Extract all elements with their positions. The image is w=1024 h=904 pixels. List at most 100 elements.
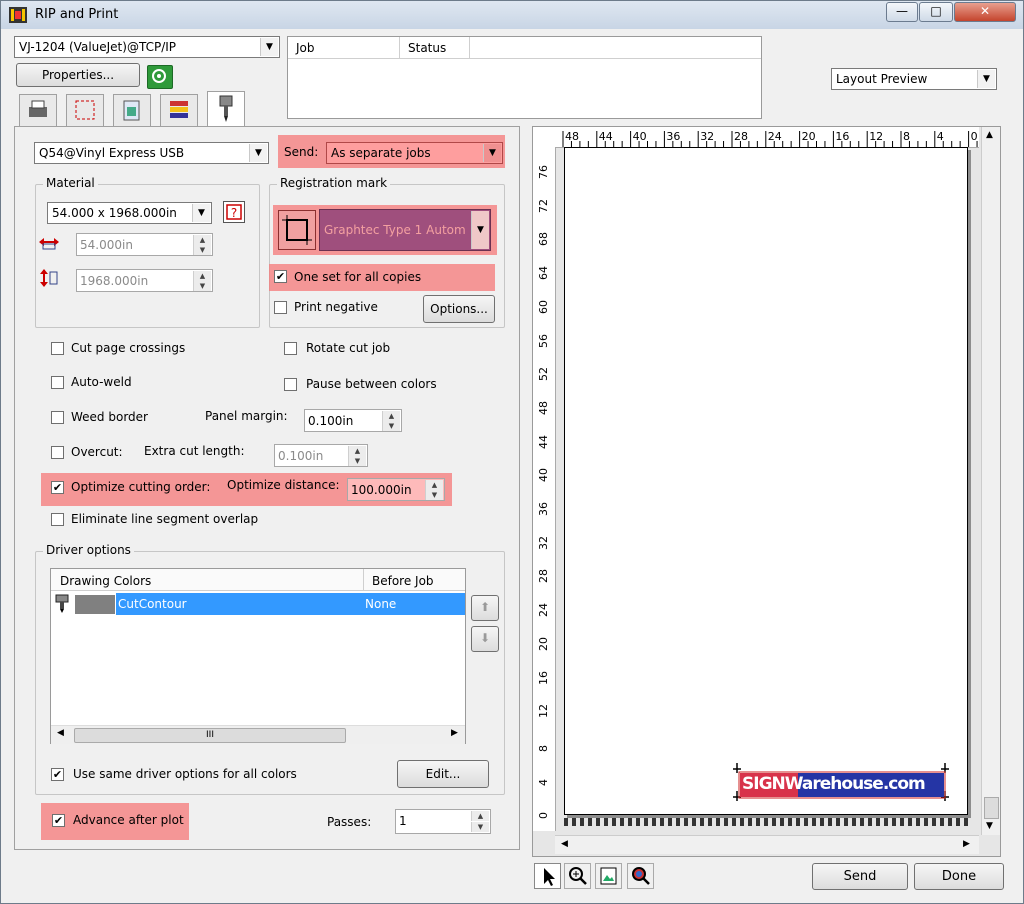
eliminate-overlap-checkbox[interactable] — [51, 513, 64, 526]
top-ruler-label: 24 — [767, 130, 782, 143]
scroll-up-icon[interactable]: ▲ — [986, 130, 993, 140]
weed-border-checkbox[interactable] — [51, 411, 64, 424]
tab-layout[interactable] — [66, 94, 104, 127]
scroll-thumb[interactable]: III — [74, 728, 346, 743]
top-ruler-label: 40 — [632, 130, 647, 143]
rotate-cut-job-checkbox[interactable] — [284, 342, 297, 355]
window-title: RIP and Print — [35, 7, 119, 22]
tab-color[interactable] — [160, 94, 198, 127]
pause-between-colors-label: Pause between colors — [306, 377, 437, 391]
zoom-color-icon — [632, 867, 650, 885]
close-button[interactable]: ✕ — [954, 2, 1016, 22]
scroll-left-icon[interactable]: ◀ — [57, 728, 64, 738]
network-icon[interactable] — [147, 65, 173, 89]
scroll-right-icon[interactable]: ▶ — [451, 728, 458, 738]
spin-down-icon[interactable]: ▼ — [193, 281, 211, 291]
tab-image[interactable] — [113, 94, 151, 127]
spin-down-icon[interactable]: ▼ — [425, 490, 443, 500]
fit-page-button[interactable] — [595, 863, 622, 889]
horizontal-scrollbar[interactable]: ◀ III ▶ — [51, 725, 465, 744]
image-icon — [123, 100, 140, 121]
top-ruler-label: 36 — [666, 130, 681, 143]
spin-up-icon[interactable]: ▲ — [193, 235, 211, 245]
spin-up-icon[interactable]: ▲ — [471, 811, 489, 821]
printer-select-value: VJ-1204 (ValueJet)@TCP/IP — [19, 40, 177, 54]
vertical-scroll-thumb[interactable] — [984, 797, 999, 819]
left-ruler: 76 72 68 64 60 56 52 48 44 40 36 32 28 24 20 16 12 8 4 0 — [533, 147, 556, 831]
material-size-select[interactable]: 54.000 x 1968.000in ▼ — [47, 202, 212, 224]
spin-up-icon[interactable]: ▲ — [348, 446, 366, 456]
move-down-button[interactable]: ⬇ — [471, 626, 499, 652]
table-row[interactable]: CutContour None — [51, 593, 465, 615]
cut-page-crossings-label: Cut page crossings — [71, 341, 186, 355]
material-height-field[interactable]: 1968.000in ▲ ▼ — [76, 269, 213, 292]
top-ruler-label: 48 — [565, 130, 579, 143]
spin-up-icon[interactable]: ▲ — [425, 480, 443, 490]
send-button[interactable]: Send — [812, 863, 908, 890]
preview-horizontal-scrollbar[interactable]: ◀ ▶ — [555, 835, 979, 854]
optimize-distance-field[interactable]: 100.000in ▲ ▼ — [347, 478, 445, 501]
send-select-value: As separate jobs — [331, 146, 431, 160]
material-width-field[interactable]: 54.000in ▲ ▼ — [76, 233, 213, 256]
color-bars-icon — [170, 101, 188, 118]
left-ruler-label: 76 — [537, 165, 550, 179]
spin-down-icon[interactable]: ▼ — [382, 421, 400, 431]
spin-down-icon[interactable]: ▼ — [193, 245, 211, 255]
print-negative-checkbox[interactable] — [274, 301, 287, 314]
jobs-column-status[interactable]: Status — [400, 37, 470, 59]
jobs-column-job[interactable]: Job — [288, 37, 400, 59]
media-sheet[interactable] — [564, 147, 968, 815]
tab-cut[interactable] — [207, 91, 245, 127]
done-button[interactable]: Done — [914, 863, 1004, 890]
left-ruler-label: 24 — [537, 603, 550, 618]
zoom-tool-button[interactable] — [564, 863, 591, 889]
spin-up-icon[interactable]: ▲ — [382, 411, 400, 421]
driver-colors-list[interactable]: Drawing Colors Before Job CutContour Non… — [50, 568, 466, 744]
vertical-scrollbar[interactable]: ▲ ▼ — [981, 127, 1000, 835]
left-ruler-label: 32 — [537, 535, 550, 550]
auto-weld-checkbox[interactable] — [51, 376, 64, 389]
registration-mark-select[interactable]: Graphtec Type 1 Autom ▼ — [319, 209, 491, 251]
overcut-checkbox[interactable] — [51, 446, 64, 459]
maximize-icon: □ — [930, 4, 942, 18]
spin-down-icon[interactable]: ▼ — [471, 822, 489, 832]
cutter-select[interactable]: Q54@Vinyl Express USB ▼ — [34, 142, 269, 164]
jobs-list[interactable]: Job Status — [287, 36, 762, 119]
column-before-job[interactable]: Before Job — [364, 569, 465, 591]
pause-between-colors-checkbox[interactable] — [284, 378, 297, 391]
tab-print[interactable] — [19, 94, 57, 127]
left-ruler-label: 8 — [537, 744, 550, 752]
edit-button[interactable]: Edit... — [397, 760, 489, 788]
select-tool-button[interactable] — [534, 863, 561, 889]
material-help-button[interactable]: ? — [223, 201, 245, 223]
left-ruler-label: 72 — [537, 198, 550, 213]
extra-cut-length-field[interactable]: 0.100in ▲ ▼ — [274, 444, 368, 467]
minimize-button[interactable]: — — [886, 2, 918, 22]
passes-field[interactable]: 1 ▲ ▼ — [395, 809, 491, 834]
optimize-cutting-order-checkbox[interactable]: ✔ — [51, 481, 64, 494]
spin-down-icon[interactable]: ▼ — [348, 456, 366, 466]
maximize-button[interactable]: □ — [919, 2, 953, 22]
registration-options-button[interactable]: Options... — [423, 295, 495, 323]
cut-page-crossings-checkbox[interactable] — [51, 342, 64, 355]
artwork[interactable]: SIGNWarehouse.com — [731, 761, 951, 803]
arrow-down-icon: ⬇ — [479, 631, 491, 645]
left-ruler-label: 28 — [537, 569, 550, 584]
send-select[interactable]: As separate jobs ▼ — [326, 142, 503, 164]
same-driver-options-checkbox[interactable]: ✔ — [51, 768, 64, 781]
advance-after-plot-checkbox[interactable]: ✔ — [52, 814, 65, 827]
printer-select[interactable]: VJ-1204 (ValueJet)@TCP/IP ▼ — [14, 36, 280, 58]
jobs-column-filler — [470, 37, 761, 59]
panel-margin-field[interactable]: 0.100in ▲ ▼ — [304, 409, 402, 432]
scroll-down-icon[interactable]: ▼ — [986, 821, 993, 831]
scroll-right-icon[interactable]: ▶ — [963, 839, 970, 849]
one-set-checkbox[interactable]: ✔ — [274, 270, 287, 283]
column-drawing-colors[interactable]: Drawing Colors — [51, 569, 364, 591]
preview-mode-select[interactable]: Layout Preview ▼ — [831, 68, 997, 90]
scroll-left-icon[interactable]: ◀ — [561, 839, 568, 849]
spin-up-icon[interactable]: ▲ — [193, 271, 211, 281]
properties-button[interactable]: Properties... — [16, 63, 140, 87]
height-icon — [40, 269, 58, 287]
zoom-fit-button[interactable] — [627, 863, 654, 889]
move-up-button[interactable]: ⬆ — [471, 595, 499, 621]
